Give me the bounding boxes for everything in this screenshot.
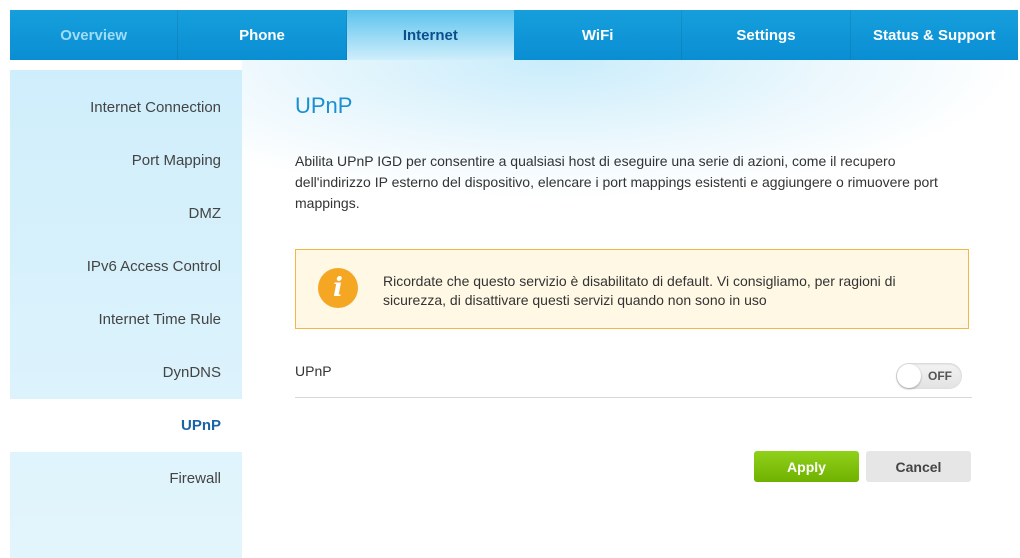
top-navigation: Overview Phone Internet WiFi Settings St… [10, 10, 1018, 60]
page-description: Abilita UPnP IGD per consentire a qualsi… [295, 153, 938, 211]
sidebar-item-dmz[interactable]: DMZ [10, 187, 242, 240]
toggle-knob [897, 364, 921, 388]
upnp-toggle[interactable]: OFF [896, 363, 962, 389]
sidebar-item-internet-connection[interactable]: Internet Connection [10, 81, 242, 134]
apply-button[interactable]: Apply [754, 451, 859, 482]
cancel-button[interactable]: Cancel [866, 451, 971, 482]
tab-phone[interactable]: Phone [178, 10, 347, 60]
toggle-state-label: OFF [928, 369, 952, 383]
tab-internet[interactable]: Internet [346, 10, 514, 60]
notice-text: Ricordate che questo servizio è disabili… [383, 273, 896, 308]
tab-overview[interactable]: Overview [10, 10, 179, 60]
sidebar: Internet Connection Port Mapping DMZ IPv… [10, 70, 242, 558]
sidebar-item-internet-time-rule[interactable]: Internet Time Rule [10, 293, 242, 346]
upnp-label: UPnP [295, 363, 332, 379]
page-title: UPnP [295, 93, 353, 118]
notice-box: i Ricordate che questo servizio è disabi… [295, 249, 969, 329]
sidebar-item-upnp[interactable]: UPnP [10, 399, 242, 452]
tab-status-support[interactable]: Status & Support [851, 10, 1018, 60]
upnp-setting-row: UPnP OFF [295, 353, 972, 398]
info-icon: i [318, 268, 358, 308]
sidebar-item-ipv6-access-control[interactable]: IPv6 Access Control [10, 240, 242, 293]
tab-settings[interactable]: Settings [682, 10, 851, 60]
tab-wifi[interactable]: WiFi [514, 10, 683, 60]
sidebar-item-dyndns[interactable]: DynDNS [10, 346, 242, 399]
main-content: UPnP Abilita UPnP IGD per consentire a q… [242, 60, 1020, 558]
sidebar-item-firewall[interactable]: Firewall [10, 452, 242, 505]
sidebar-item-port-mapping[interactable]: Port Mapping [10, 134, 242, 187]
